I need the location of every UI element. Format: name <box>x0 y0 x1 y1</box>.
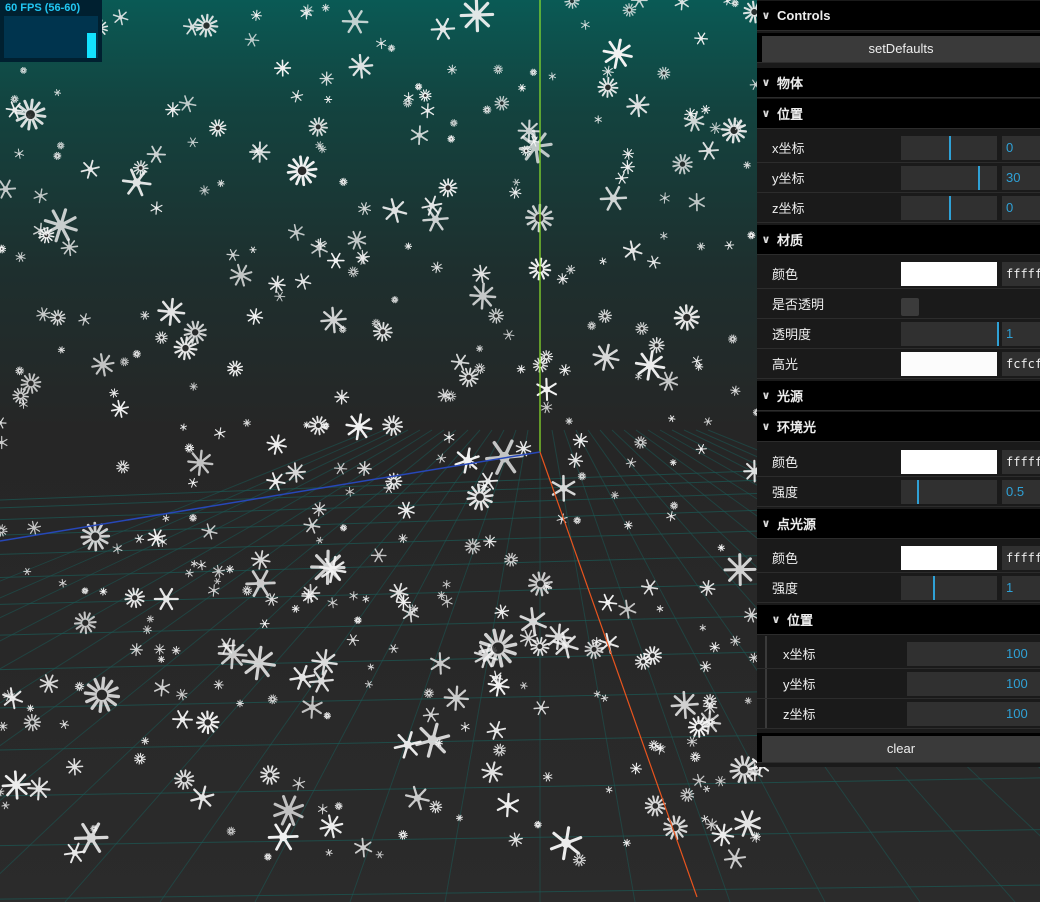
ambient-intensity-input[interactable]: 0.5 <box>1002 480 1040 504</box>
point-z-slider[interactable] <box>907 702 1005 726</box>
chevron-down-icon: ∨ <box>761 108 771 120</box>
point-x-label: x坐标 <box>783 647 816 662</box>
controls-title: Controls <box>777 8 831 23</box>
material-color-swatch[interactable] <box>901 262 997 286</box>
point-y-control: y坐标 100 <box>757 669 1040 699</box>
point-y-input[interactable]: 100 <box>1002 672 1040 696</box>
material-opacity-label: 透明度 <box>772 327 812 342</box>
position-x-input[interactable]: 0 <box>1002 136 1040 160</box>
position-z-input[interactable]: 0 <box>1002 196 1040 220</box>
clear-row: clear <box>757 733 1040 763</box>
point-x-control: x坐标 100 <box>757 639 1040 669</box>
point-z-label: z坐标 <box>783 707 816 722</box>
folder-ambient-title: 环境光 <box>777 420 817 435</box>
fps-text: 60 FPS (56-60) <box>5 2 81 14</box>
clear-button[interactable]: clear <box>762 736 1040 762</box>
chevron-down-icon: ∨ <box>761 518 771 530</box>
point-y-label: y坐标 <box>783 677 816 692</box>
axis-z-line <box>0 451 541 542</box>
point-color-label: 颜色 <box>772 551 799 566</box>
point-intensity-input[interactable]: 1 <box>1002 576 1040 600</box>
material-transparent-label: 是否透明 <box>772 297 825 312</box>
controls-panel: ∨ Controls setDefaults ∨ 物体 ∨ 位置 x坐标 0 y… <box>757 0 1040 767</box>
chevron-down-icon: ∨ <box>761 421 771 433</box>
folder-point-position[interactable]: ∨ 位置 <box>757 605 1040 635</box>
folder-point-light[interactable]: ∨ 点光源 <box>757 509 1040 539</box>
material-specular-label: 高光 <box>772 357 799 372</box>
fps-graph-bar <box>87 32 96 58</box>
point-color-swatch[interactable] <box>901 546 997 570</box>
point-x-slider[interactable] <box>907 642 1005 666</box>
material-color-control: 颜色 ffffff <box>757 259 1040 289</box>
ambient-color-control: 颜色 ffffff <box>757 447 1040 477</box>
folder-object-title: 物体 <box>777 76 804 91</box>
material-specular-swatch[interactable] <box>901 352 997 376</box>
fps-stats-panel[interactable]: 60 FPS (56-60) <box>0 0 102 62</box>
folder-point-position-title: 位置 <box>787 613 814 628</box>
material-color-label: 颜色 <box>772 267 799 282</box>
position-y-slider[interactable] <box>901 166 997 190</box>
set-defaults-button[interactable]: setDefaults <box>762 36 1040 62</box>
point-z-control: z坐标 100 <box>757 699 1040 729</box>
material-opacity-control: 透明度 1 <box>757 319 1040 349</box>
fps-graph <box>4 16 98 58</box>
material-transparent-control: 是否透明 <box>757 289 1040 319</box>
point-color-control: 颜色 ffffff <box>757 543 1040 573</box>
folder-position[interactable]: ∨ 位置 <box>757 99 1040 129</box>
position-y-input[interactable]: 30 <box>1002 166 1040 190</box>
point-z-input[interactable]: 100 <box>1002 702 1040 726</box>
folder-point-light-title: 点光源 <box>777 517 817 532</box>
material-opacity-slider[interactable] <box>901 322 999 346</box>
position-y-control: y坐标 30 <box>757 163 1040 193</box>
axis-x-line <box>539 451 698 898</box>
material-specular-input[interactable]: fcfcfc <box>1002 352 1040 376</box>
ambient-intensity-label: 强度 <box>772 485 799 500</box>
position-x-control: x坐标 0 <box>757 133 1040 163</box>
folder-material[interactable]: ∨ 材质 <box>757 225 1040 255</box>
point-y-slider[interactable] <box>907 672 1005 696</box>
material-color-input[interactable]: ffffff <box>1002 262 1040 286</box>
controls-header[interactable]: ∨ Controls <box>757 1 1040 31</box>
set-defaults-row: setDefaults <box>757 33 1040 63</box>
ambient-intensity-slider[interactable] <box>901 480 997 504</box>
folder-material-title: 材质 <box>777 233 804 248</box>
folder-object[interactable]: ∨ 物体 <box>757 68 1040 98</box>
folder-light[interactable]: ∨ 光源 <box>757 381 1040 411</box>
position-z-control: z坐标 0 <box>757 193 1040 223</box>
point-intensity-slider[interactable] <box>901 576 997 600</box>
position-y-label: y坐标 <box>772 171 805 186</box>
chevron-down-icon: ∨ <box>761 390 771 402</box>
position-z-slider[interactable] <box>901 196 997 220</box>
chevron-down-icon: ∨ <box>771 614 781 626</box>
folder-position-title: 位置 <box>777 107 804 122</box>
point-intensity-control: 强度 1 <box>757 573 1040 603</box>
material-opacity-input[interactable]: 1 <box>1002 322 1040 346</box>
ambient-color-swatch[interactable] <box>901 450 997 474</box>
material-specular-control: 高光 fcfcfc <box>757 349 1040 379</box>
chevron-down-icon: ∨ <box>761 10 771 22</box>
ambient-color-input[interactable]: ffffff <box>1002 450 1040 474</box>
position-x-label: x坐标 <box>772 141 805 156</box>
folder-light-title: 光源 <box>777 389 804 404</box>
ambient-intensity-control: 强度 0.5 <box>757 477 1040 507</box>
point-intensity-label: 强度 <box>772 581 799 596</box>
position-x-slider[interactable] <box>901 136 997 160</box>
chevron-down-icon: ∨ <box>761 77 771 89</box>
point-color-input[interactable]: ffffff <box>1002 546 1040 570</box>
position-z-label: z坐标 <box>772 201 805 216</box>
point-x-input[interactable]: 100 <box>1002 642 1040 666</box>
chevron-down-icon: ∨ <box>761 234 771 246</box>
folder-ambient[interactable]: ∨ 环境光 <box>757 412 1040 442</box>
material-transparent-checkbox[interactable] <box>901 298 919 316</box>
ambient-color-label: 颜色 <box>772 455 799 470</box>
